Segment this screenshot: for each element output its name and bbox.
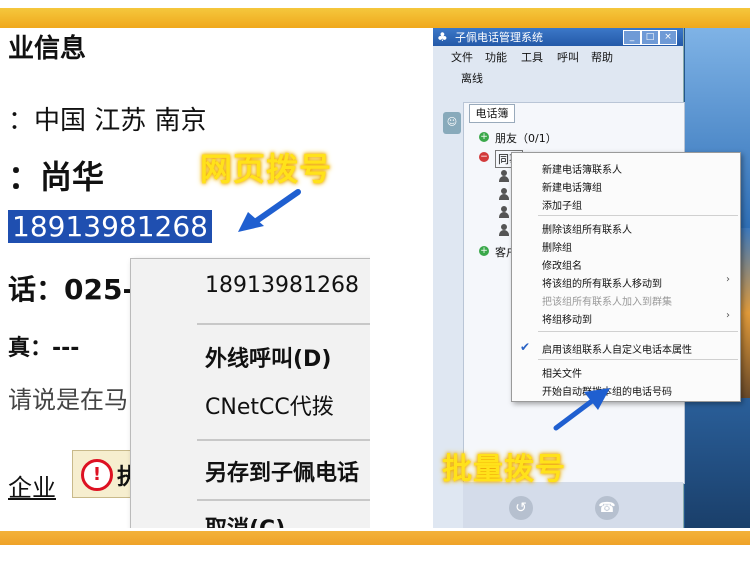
- page-title: 业信息: [8, 34, 87, 64]
- menu-separator: [538, 331, 738, 332]
- submenu-arrow-icon: ›: [726, 274, 730, 285]
- web-page-zoom: 业信息 ：中国 江苏 南京 ：尚华 18913981268 话：025- 真：-…: [8, 28, 370, 528]
- desktop-wallpaper: [685, 398, 750, 528]
- tree-group-friends[interactable]: 朋友（0/1）: [495, 130, 557, 146]
- menu-file[interactable]: 文件: [451, 49, 473, 65]
- browser-context-menu: 18913981268 外线呼叫(D) CNetCC代拨 另存到子佩电话 取消(…: [130, 258, 370, 528]
- app-logo-icon: ♣: [437, 30, 448, 44]
- contact-person-icon[interactable]: [499, 188, 509, 200]
- warning-icon: !: [81, 459, 113, 491]
- window-titlebar[interactable]: ♣ 子佩电话管理系统 _ □ ×: [433, 28, 683, 46]
- menu-item-cnetcc-dial[interactable]: CNetCC代拨: [205, 389, 334, 421]
- menu-separator: [538, 215, 738, 216]
- selected-phone-number[interactable]: 18913981268: [8, 210, 212, 243]
- note-text: 请说是在马: [8, 386, 128, 414]
- call-history-icon[interactable]: ↺: [509, 496, 533, 520]
- user-avatar-icon[interactable]: ☺: [443, 112, 461, 134]
- bottom-toolbar: ↺ ☎: [463, 482, 683, 528]
- collapse-icon[interactable]: −: [479, 152, 489, 162]
- menu-item-add-to-cluster: 把该组所有联系人加入到群集: [542, 297, 672, 308]
- location-text: ：中国 江苏 南京: [8, 106, 207, 136]
- fax-row: 真：---: [8, 336, 80, 361]
- contact-icon[interactable]: ☎: [595, 496, 619, 520]
- arrow-icon: [238, 189, 301, 232]
- tel-row: 话：025-: [8, 273, 135, 306]
- menu-item-new-group[interactable]: 新建电话簿组: [542, 179, 602, 194]
- menu-separator: [538, 359, 738, 360]
- menu-function[interactable]: 功能: [485, 49, 507, 65]
- slide-bottom-margin: [0, 545, 750, 563]
- menu-separator: [197, 499, 370, 501]
- slide-top-margin: [0, 0, 750, 8]
- tab-phonebook[interactable]: 电话簿: [469, 104, 515, 123]
- warning-button[interactable]: ! 执: [72, 450, 139, 498]
- menu-help[interactable]: 帮助: [591, 49, 613, 65]
- menu-item-move-group-to[interactable]: 将组移动到: [542, 311, 592, 326]
- submenu-arrow-icon: ›: [726, 310, 730, 321]
- contact-person-icon[interactable]: [499, 206, 509, 218]
- batch-dial-annotation: 批量拨号: [442, 452, 566, 487]
- contact-person-icon[interactable]: [499, 224, 509, 236]
- menu-item-outside-call[interactable]: 外线呼叫(D): [205, 341, 331, 373]
- expand-icon[interactable]: +: [479, 246, 489, 256]
- web-dial-annotation: 网页拨号: [200, 150, 333, 188]
- menu-item-new-contact[interactable]: 新建电话簿联系人: [542, 161, 622, 176]
- status-dropdown[interactable]: 离线: [461, 70, 483, 86]
- menu-item-enable-custom-phonebook[interactable]: 启用该组联系人自定义电话本属性: [542, 341, 692, 356]
- maximize-button[interactable]: □: [641, 30, 659, 45]
- menu-item-cancel[interactable]: 取消(C): [205, 511, 285, 528]
- menu-call[interactable]: 呼叫: [557, 49, 579, 65]
- menu-item-related-files[interactable]: 相关文件: [542, 365, 582, 380]
- menu-item-save-to-zipei[interactable]: 另存到子佩电话: [205, 455, 359, 487]
- close-button[interactable]: ×: [659, 30, 677, 45]
- company-link[interactable]: 企业: [8, 468, 56, 503]
- minimize-button[interactable]: _: [623, 30, 641, 45]
- menu-item-move-contacts-to[interactable]: 将该组的所有联系人移动到: [542, 275, 662, 290]
- menu-item-delete-all-contacts[interactable]: 删除该组所有联系人: [542, 221, 632, 236]
- menu-separator: [197, 439, 370, 441]
- checkmark-icon: ✔: [520, 340, 531, 354]
- contact-name: ：尚华: [8, 158, 105, 196]
- menu-tools[interactable]: 工具: [521, 49, 543, 65]
- window-title: 子佩电话管理系统: [455, 31, 543, 44]
- menu-separator: [197, 323, 370, 325]
- expand-icon[interactable]: +: [479, 132, 489, 142]
- menu-item-delete-group[interactable]: 删除组: [542, 239, 572, 254]
- contact-person-icon[interactable]: [499, 170, 509, 182]
- menu-item-phone-number[interactable]: 18913981268: [205, 273, 359, 298]
- menu-item-rename-group[interactable]: 修改组名: [542, 257, 582, 272]
- menu-item-add-subgroup[interactable]: 添加子组: [542, 197, 582, 212]
- group-context-menu: 新建电话簿联系人 新建电话簿组 添加子组 删除该组所有联系人 删除组 修改组名 …: [511, 152, 741, 402]
- arrow-icon: [553, 388, 610, 431]
